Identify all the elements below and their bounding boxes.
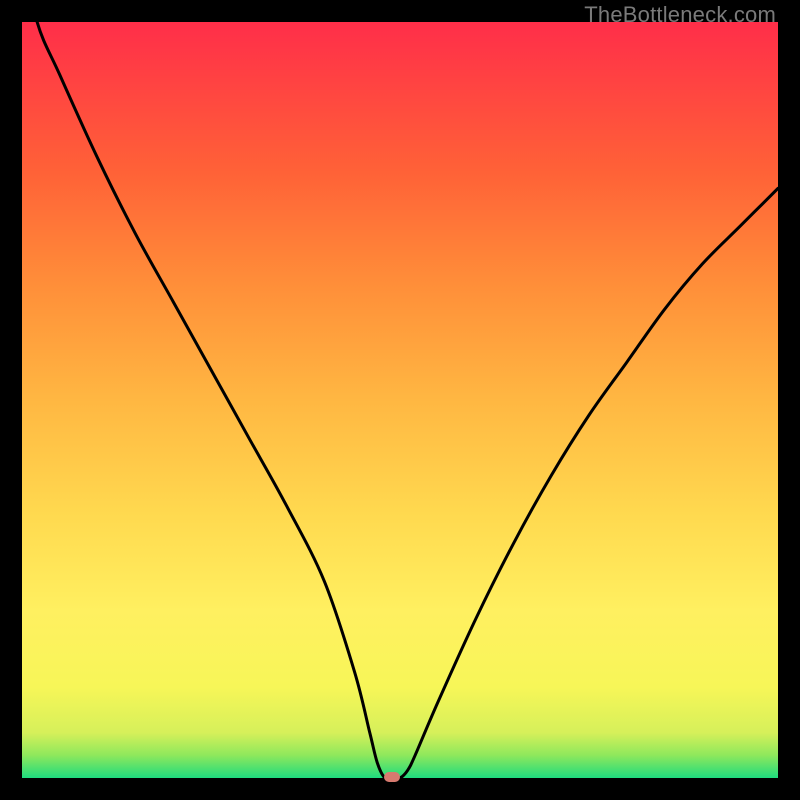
watermark-text: TheBottleneck.com — [584, 2, 776, 28]
curve-svg — [22, 22, 778, 778]
bottleneck-curve — [22, 22, 778, 778]
optimum-marker — [384, 772, 400, 782]
chart-container: TheBottleneck.com — [0, 0, 800, 800]
